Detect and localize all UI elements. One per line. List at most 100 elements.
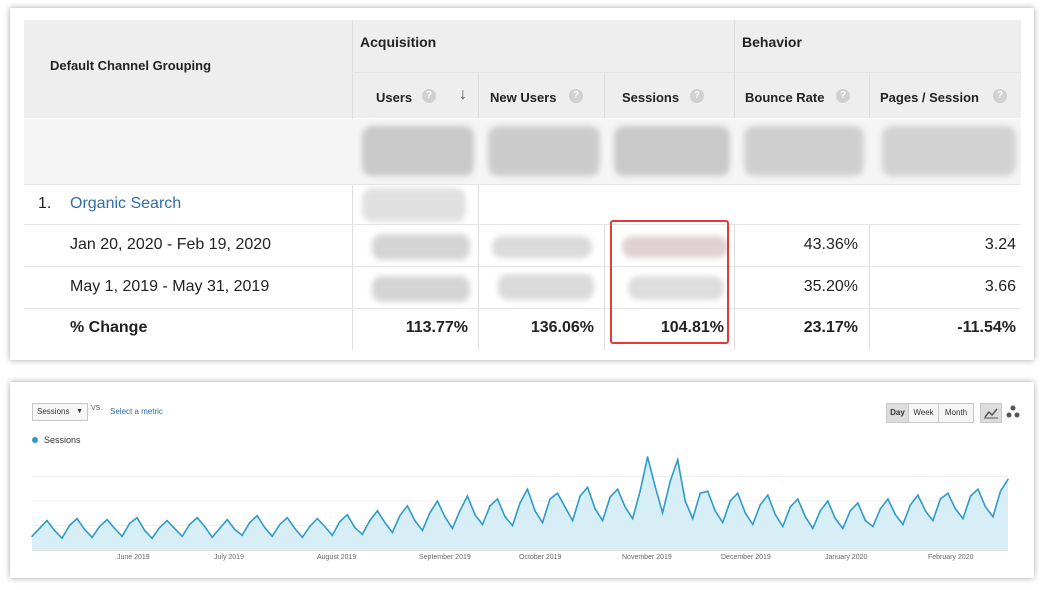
data-point: [706, 490, 709, 492]
data-point: [834, 517, 837, 520]
data-point: [812, 527, 814, 530]
data-point: [669, 480, 671, 483]
col-header-users-label: Users: [376, 90, 413, 105]
redacted-value: [362, 126, 474, 176]
data-point: [151, 537, 153, 540]
data-point: [909, 504, 912, 506]
col-header-new-users-label: New Users: [490, 90, 557, 105]
data-point: [796, 498, 799, 500]
data-point: [601, 519, 604, 522]
redacted-value: [372, 234, 470, 260]
redacted-value: [488, 126, 600, 176]
data-point: [564, 506, 566, 508]
users-change: 113.77%: [405, 319, 468, 336]
data-point: [534, 510, 536, 512]
col-header-sessions[interactable]: Sessions ?: [605, 73, 734, 118]
help-icon[interactable]: ?: [993, 89, 1007, 103]
data-point: [346, 513, 349, 516]
data-point: [639, 490, 641, 492]
data-point: [376, 510, 379, 512]
data-point: [474, 513, 476, 516]
data-point: [354, 526, 356, 529]
pages-session-current: 3.24: [984, 236, 1016, 253]
data-point: [676, 459, 679, 461]
data-point: [211, 536, 213, 539]
x-axis-tick: December 2019: [721, 554, 771, 561]
data-point: [827, 500, 829, 502]
help-icon[interactable]: ?: [422, 89, 436, 103]
report-table-card: Default Channel Grouping Acquisition Beh…: [10, 8, 1034, 360]
data-point: [46, 519, 48, 522]
col-header-pages-session[interactable]: Pages / Session ?: [870, 73, 1021, 118]
data-point: [616, 488, 619, 491]
data-point: [256, 514, 259, 517]
redacted-value: [744, 126, 864, 176]
data-point: [68, 524, 71, 527]
data-point: [278, 523, 281, 526]
x-axis-tick: February 2020: [928, 554, 974, 561]
data-point: [804, 515, 807, 518]
data-point: [188, 523, 191, 526]
data-point: [136, 516, 138, 519]
data-point: [842, 527, 844, 530]
col-header-users[interactable]: Users ? ↓: [353, 73, 478, 118]
bounce-rate-current: 43.36%: [803, 236, 858, 253]
sessions-highlight-box: [610, 220, 729, 344]
data-point: [121, 535, 123, 538]
data-point: [519, 502, 521, 504]
new-users-change: 136.06%: [530, 319, 594, 336]
data-point: [421, 529, 424, 532]
data-point: [766, 494, 769, 496]
x-axis-tick: September 2019: [419, 554, 471, 561]
data-point: [203, 525, 206, 528]
data-point: [339, 520, 341, 523]
data-point: [661, 511, 664, 514]
help-icon[interactable]: ?: [836, 89, 850, 103]
data-point: [459, 510, 461, 512]
data-point: [384, 521, 386, 524]
col-header-bounce-rate[interactable]: Bounce Rate ?: [735, 73, 869, 118]
data-point: [316, 517, 319, 520]
sort-descending-icon[interactable]: ↓: [459, 86, 467, 104]
data-point: [218, 527, 221, 530]
help-icon[interactable]: ?: [690, 89, 704, 103]
data-point: [969, 495, 972, 497]
redacted-value: [614, 126, 730, 176]
data-point: [849, 510, 852, 512]
data-point: [286, 516, 289, 519]
data-point: [406, 505, 409, 507]
redacted-value: [498, 274, 594, 300]
data-point: [977, 488, 979, 491]
help-icon[interactable]: ?: [569, 89, 583, 103]
channel-grouping-header[interactable]: Default Channel Grouping: [24, 20, 352, 118]
x-axis-tick: July 2019: [214, 554, 244, 561]
data-point: [594, 508, 596, 510]
data-point: [38, 527, 41, 530]
bounce-rate-change: 23.17%: [803, 319, 858, 336]
data-point: [481, 523, 484, 526]
data-point: [1007, 478, 1009, 481]
data-point: [301, 536, 304, 539]
x-axis-tick: June 2019: [117, 554, 150, 561]
data-point: [714, 510, 716, 512]
data-point: [624, 506, 626, 508]
data-point: [361, 533, 364, 536]
x-axis-tick: November 2019: [622, 554, 672, 561]
behavior-group-header: Behavior: [734, 20, 1021, 72]
data-point: [504, 515, 506, 518]
data-point: [173, 527, 176, 530]
data-point: [324, 525, 326, 528]
data-point: [399, 514, 401, 517]
data-point: [541, 521, 544, 524]
data-point: [947, 492, 949, 494]
x-axis-tick: October 2019: [519, 554, 562, 561]
data-point: [53, 529, 56, 532]
redacted-value: [492, 236, 592, 258]
data-point: [308, 525, 311, 528]
data-point: [76, 517, 78, 520]
data-point: [241, 534, 244, 537]
channel-link-organic-search[interactable]: Organic Search: [70, 195, 181, 213]
data-point: [369, 519, 371, 522]
col-header-new-users[interactable]: New Users ?: [479, 73, 604, 118]
data-point: [429, 511, 431, 514]
